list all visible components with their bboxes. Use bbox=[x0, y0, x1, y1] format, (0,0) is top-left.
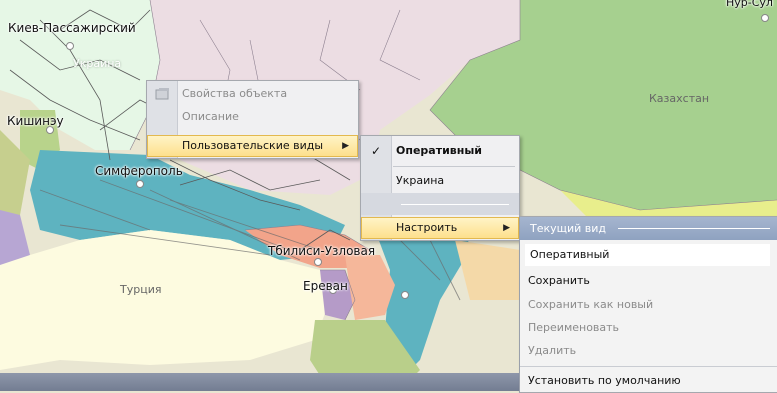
properties-icon bbox=[155, 88, 169, 100]
menu-item-rename[interactable]: Переименовать bbox=[528, 318, 619, 338]
menu-item-configure[interactable]: Настроить ▶ bbox=[361, 217, 519, 239]
menu-item-description[interactable]: Описание bbox=[148, 106, 357, 128]
blank-line bbox=[401, 204, 509, 205]
checkmark-icon: ✓ bbox=[371, 144, 382, 158]
current-view-name-field[interactable]: Оперативный bbox=[525, 244, 770, 266]
configure-submenu: Текущий вид Оперативный Сохранить Сохран… bbox=[519, 216, 777, 393]
menu-item-label: Свойства объекта bbox=[182, 87, 288, 100]
country-label-turkey: Турция bbox=[120, 283, 162, 296]
current-view-header: Текущий вид bbox=[520, 217, 777, 240]
menu-item-view-operational[interactable]: ✓ Оперативный bbox=[362, 140, 518, 162]
country-label-kazakhstan: Казахстан bbox=[649, 92, 710, 105]
menu-separator bbox=[520, 366, 777, 367]
menu-item-label: Украина bbox=[396, 174, 445, 187]
submenu-arrow-icon: ▶ bbox=[342, 141, 349, 151]
menu-item-user-views[interactable]: Пользовательские виды ▶ bbox=[147, 135, 358, 157]
menu-item-view-ukraine[interactable]: Украина bbox=[362, 170, 518, 192]
menu-item-label: Оперативный bbox=[396, 144, 483, 157]
menu-item-label: Пользовательские виды bbox=[182, 139, 324, 152]
user-views-submenu: ✓ Оперативный Украина Настроить ▶ bbox=[360, 135, 520, 241]
country-label-ukraine: Украина bbox=[73, 57, 122, 70]
menu-item-label: Описание bbox=[182, 110, 239, 123]
menu-item-save-as-new[interactable]: Сохранить как новый bbox=[528, 295, 653, 315]
header-divider bbox=[618, 228, 770, 229]
menu-item-object-properties[interactable]: Свойства объекта bbox=[148, 83, 357, 105]
menu-item-set-default[interactable]: Установить по умолчанию bbox=[528, 371, 681, 391]
menu-item-delete[interactable]: Удалить bbox=[528, 341, 576, 361]
submenu-arrow-icon: ▶ bbox=[503, 223, 510, 233]
city-label-simferopol: Симферополь bbox=[95, 164, 183, 178]
city-label-kyiv: Киев-Пассажирский bbox=[8, 21, 136, 35]
current-view-header-label: Текущий вид bbox=[530, 222, 607, 235]
menu-item-label: Настроить bbox=[396, 221, 458, 234]
menu-item-view-blank[interactable] bbox=[361, 193, 519, 215]
city-label-nursultan: Нур-Сул bbox=[726, 0, 773, 9]
bottom-status-bar bbox=[0, 373, 520, 391]
city-label-tbilisi: Тбилиси-Узловая bbox=[268, 244, 376, 258]
city-label-chisinau: Кишинэу bbox=[7, 114, 64, 128]
menu-separator bbox=[393, 166, 515, 167]
menu-item-save[interactable]: Сохранить bbox=[528, 271, 590, 291]
context-menu: Свойства объекта Описание Пользовательск… bbox=[146, 80, 359, 159]
city-label-yerevan: Ереван bbox=[303, 279, 348, 293]
